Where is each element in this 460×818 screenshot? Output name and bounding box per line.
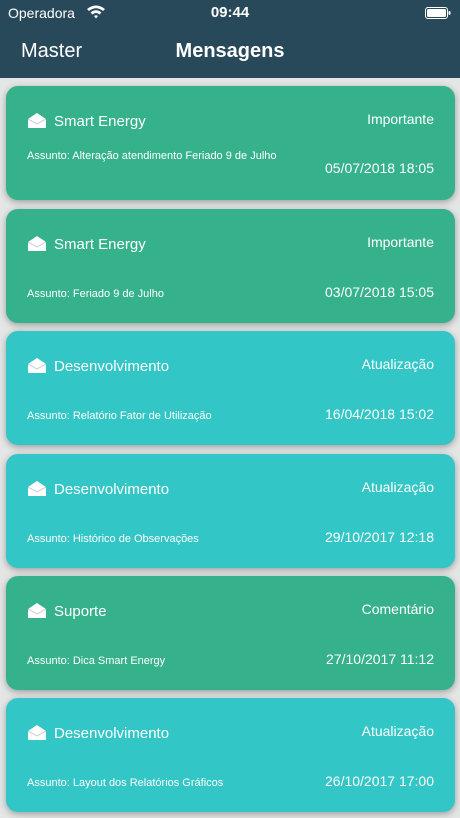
message-sender: Desenvolvimento xyxy=(54,481,170,498)
status-time: 09:44 xyxy=(210,4,250,21)
message-subject: Assunto: Histórico de Observações xyxy=(27,533,199,545)
message-card[interactable]: Smart Energy Importante Assunto: Alteraç… xyxy=(6,86,455,200)
envelope-icon xyxy=(27,603,47,618)
message-category: Atualização xyxy=(361,356,434,372)
message-card[interactable]: Smart Energy Importante Assunto: Feriado… xyxy=(6,209,455,323)
message-date: 05/07/2018 18:05 xyxy=(325,160,434,176)
message-card[interactable]: Desenvolvimento Atualização Assunto: His… xyxy=(6,454,455,568)
message-category: Importante xyxy=(367,111,434,127)
message-card[interactable]: Desenvolvimento Atualização Assunto: Lay… xyxy=(6,698,455,812)
message-card[interactable]: Suporte Comentário Assunto: Dica Smart E… xyxy=(6,576,455,690)
envelope-icon xyxy=(27,236,47,251)
message-sender: Desenvolvimento xyxy=(54,358,170,375)
battery-icon xyxy=(425,7,451,19)
message-sender: Suporte xyxy=(54,603,107,620)
message-category: Atualização xyxy=(361,479,434,495)
page-title: Mensagens xyxy=(175,40,285,62)
message-date: 03/07/2018 15:05 xyxy=(325,284,434,300)
message-sender: Smart Energy xyxy=(54,113,146,130)
message-sender: Desenvolvimento xyxy=(54,725,170,742)
message-card[interactable]: Desenvolvimento Atualização Assunto: Rel… xyxy=(6,331,455,445)
message-subject: Assunto: Dica Smart Energy xyxy=(27,655,166,667)
navigation-bar: Master Mensagens xyxy=(0,26,460,78)
message-category: Comentário xyxy=(361,601,434,617)
message-date: 26/10/2017 17:00 xyxy=(325,773,434,789)
message-date: 16/04/2018 15:02 xyxy=(325,406,434,422)
message-date: 29/10/2017 12:18 xyxy=(325,529,434,545)
status-bar: Operadora 09:44 xyxy=(0,0,460,26)
message-subject: Assunto: Relatório Fator de Utilização xyxy=(27,410,212,422)
envelope-icon xyxy=(27,358,47,373)
message-subject: Assunto: Layout dos Relatórios Gráficos xyxy=(27,777,224,789)
message-subject: Assunto: Alteração atendimento Feriado 9… xyxy=(27,150,277,162)
message-category: Importante xyxy=(367,234,434,250)
message-subject: Assunto: Feriado 9 de Julho xyxy=(27,288,164,300)
envelope-icon xyxy=(27,481,47,496)
envelope-icon xyxy=(27,113,47,128)
message-sender: Smart Energy xyxy=(54,236,146,253)
message-category: Atualização xyxy=(361,723,434,739)
envelope-icon xyxy=(27,725,47,740)
message-date: 27/10/2017 11:12 xyxy=(326,651,434,667)
